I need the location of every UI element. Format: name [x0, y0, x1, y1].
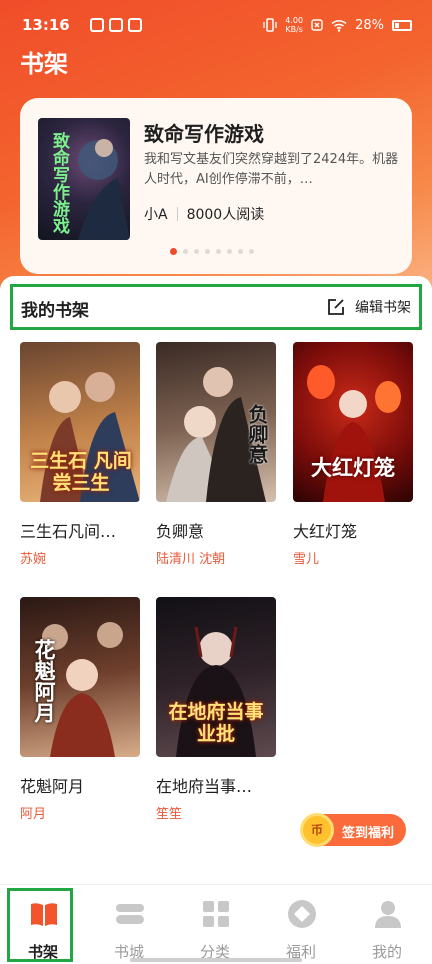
edit-shelf-button[interactable]: 编辑书架: [327, 297, 411, 317]
net-speed-unit: KB/s: [285, 25, 303, 34]
home-indicator[interactable]: [130, 958, 302, 962]
nav-highlight-box: [7, 888, 73, 962]
network-speed-icon: 4.00 KB/s: [285, 16, 303, 34]
featured-book-card[interactable]: 致命写作游戏 致命写作游戏 我和写文基友们突然穿越到了2424年。机器人时代，A…: [20, 98, 412, 274]
shelf-book[interactable]: 三生石 凡间尝三生 三生石凡间… 苏婉: [20, 342, 142, 567]
featured-author: 小A: [144, 207, 168, 223]
status-time: 13:16: [22, 16, 70, 34]
close-box-icon: [311, 19, 323, 31]
cover-title: 大红灯笼: [311, 456, 395, 480]
status-right: 4.00 KB/s 28%: [263, 16, 412, 34]
book-title[interactable]: 负卿意: [156, 518, 274, 542]
book-title[interactable]: 在地府当事…: [156, 773, 274, 797]
book-cover[interactable]: 三生石 凡间尝三生: [20, 342, 140, 502]
cover-title: 花魁阿月: [32, 639, 56, 723]
carousel-dot: [249, 249, 254, 254]
wifi-icon: [331, 19, 347, 32]
battery-level: 28%: [355, 17, 384, 33]
nav-item-bookstore[interactable]: 书城: [86, 885, 172, 964]
status-bar: 13:16 4.00 KB/s 28%: [0, 0, 432, 50]
shelf-book[interactable]: 大红灯笼 大红灯笼 雪儿: [293, 342, 415, 567]
featured-description: 我和写文基友们突然穿越到了2424年。机器人时代，AI创作停滞不前，…: [144, 152, 399, 187]
book-author: 笙笙: [156, 807, 183, 822]
net-speed-value: 4.00: [285, 16, 304, 25]
book-title[interactable]: 大红灯笼: [293, 518, 411, 542]
featured-title[interactable]: 致命写作游戏: [144, 118, 264, 147]
book-title[interactable]: 三生石凡间…: [20, 518, 138, 542]
carousel-dots: [170, 248, 254, 255]
nav-label: 我的: [371, 943, 402, 961]
book-cover[interactable]: 在地府当事业批: [156, 597, 276, 757]
shelf-header: 我的书架 编辑书架: [10, 284, 422, 330]
shelf-title: 我的书架: [21, 301, 89, 321]
book-author: 雪儿: [293, 552, 320, 567]
notification-app-icon: [109, 18, 123, 32]
featured-meta: 小A 8000人阅读: [144, 204, 264, 224]
carousel-dot: [216, 249, 221, 254]
book-author: 阿月: [20, 807, 47, 822]
coin-icon: 币: [300, 813, 334, 847]
carousel-dot: [227, 249, 232, 254]
battery-icon: [392, 19, 412, 31]
checkin-reward-button[interactable]: 币 签到福利: [300, 813, 406, 847]
grid-icon: [203, 901, 229, 927]
carousel-dot: [183, 249, 188, 254]
user-icon: [375, 901, 401, 928]
nav-item-category[interactable]: 分类: [172, 885, 258, 964]
book-cover[interactable]: 花魁阿月: [20, 597, 140, 757]
book-cover[interactable]: 负卿意: [156, 342, 276, 502]
nav-item-mine[interactable]: 我的: [344, 885, 430, 964]
featured-readers: 8000人阅读: [186, 207, 265, 223]
book-cover[interactable]: 大红灯笼: [293, 342, 413, 502]
edit-icon: [328, 299, 344, 315]
book-author: 苏婉: [20, 552, 47, 567]
nav-item-welfare[interactable]: 福利: [258, 885, 344, 964]
featured-book-cover[interactable]: 致命写作游戏: [38, 118, 130, 240]
notification-app-icon: [90, 18, 104, 32]
carousel-dot: [194, 249, 199, 254]
vibrate-icon: [263, 18, 277, 32]
page-title: 书架: [20, 50, 68, 78]
edit-shelf-label: 编辑书架: [355, 300, 411, 316]
book-title[interactable]: 花魁阿月: [20, 773, 138, 797]
shelf-book[interactable]: 负卿意 负卿意 陆清川 沈朝: [156, 342, 278, 567]
book-author: 陆清川 沈朝: [156, 552, 226, 567]
shelf-book[interactable]: 在地府当事业批 在地府当事… 笙笙: [156, 597, 278, 822]
cover-title: 负卿意: [245, 404, 269, 464]
meta-divider: [176, 207, 178, 221]
bookstore-icon: [116, 904, 144, 924]
cover-title: 在地府当事业批: [168, 701, 264, 745]
carousel-dot: [170, 248, 177, 255]
carousel-dot: [238, 249, 243, 254]
carousel-dot: [205, 249, 210, 254]
shelf-book[interactable]: 花魁阿月 花魁阿月 阿月: [20, 597, 142, 822]
tiktok-icon: [128, 18, 142, 32]
featured-cover-title: 致命写作游戏: [49, 132, 69, 234]
gift-diamond-icon: [288, 900, 316, 928]
notification-icons: [90, 18, 142, 32]
cover-title: 三生石 凡间尝三生: [30, 450, 132, 494]
checkin-label: 签到福利: [342, 826, 395, 841]
